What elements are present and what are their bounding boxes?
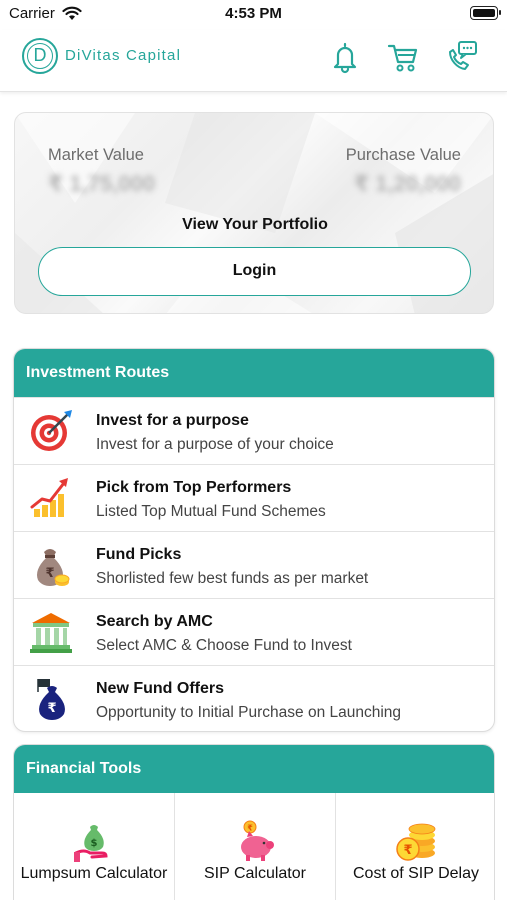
coins-icon: ₹ (396, 823, 436, 861)
route-subtitle: Invest for a purpose of your choice (96, 436, 334, 453)
tool-cost-of-sip-delay[interactable]: ₹ Cost of SIP Delay (335, 793, 494, 900)
view-portfolio-label: View Your Portfolio (182, 216, 328, 233)
route-subtitle: Listed Top Mutual Fund Schemes (96, 503, 326, 520)
cart-icon[interactable] (386, 40, 420, 74)
svg-text:$: $ (91, 838, 98, 849)
financial-tools-title: Financial Tools (14, 745, 494, 793)
portfolio-card: Market Value ₹ 1,75,000 Purchase Value ₹… (14, 112, 494, 314)
route-subtitle: Select AMC & Choose Fund to Invest (96, 637, 352, 654)
svg-text:₹: ₹ (247, 824, 253, 833)
piggy-bank-icon: ₹ (241, 820, 274, 861)
logo-letter: D (27, 43, 53, 69)
lumpsum-icon: $ (74, 825, 108, 862)
tool-lumpsum-calculator[interactable]: $ Lumpsum Calculator (14, 793, 174, 900)
tool-label: Lumpsum Calculator (20, 865, 168, 882)
svg-text:₹: ₹ (403, 843, 412, 858)
financial-tools-grid: $ Lumpsum Calculator ₹ SIP Calculator ₹ … (14, 793, 494, 900)
tool-sip-calculator[interactable]: ₹ SIP Calculator (174, 793, 335, 900)
bell-icon[interactable] (328, 40, 362, 74)
battery-icon (470, 6, 501, 20)
status-bar: Carrier 4:53 PM (0, 0, 507, 28)
market-value: ₹ 1,75,000 (48, 171, 156, 196)
login-button[interactable]: Login (38, 247, 471, 296)
route-subtitle: Opportunity to Initial Purchase on Launc… (96, 704, 402, 721)
route-top-performers[interactable]: Pick from Top Performers Listed Top Mutu… (14, 464, 494, 531)
route-new-fund-offers[interactable]: ₹ New Fund Offers Opportunity to Initial… (14, 665, 494, 731)
svg-text:₹: ₹ (45, 566, 54, 581)
growth-chart-icon (30, 478, 68, 517)
investment-routes-title: Investment Routes (14, 349, 494, 397)
brand-logo[interactable]: D (22, 38, 58, 74)
svg-text:₹: ₹ (47, 701, 56, 716)
bank-icon (30, 613, 72, 653)
purchase-value: ₹ 1,20,000 (353, 171, 461, 196)
route-title: Pick from Top Performers (96, 479, 292, 496)
route-title: Fund Picks (96, 546, 182, 563)
market-value-label: Market Value (48, 146, 144, 164)
money-bag-icon: ₹ (37, 549, 70, 586)
route-invest-purpose[interactable]: Invest for a purpose Invest for a purpos… (14, 397, 494, 464)
route-fund-picks[interactable]: ₹ Fund Picks Shorlisted few best funds a… (14, 531, 494, 598)
status-time: 4:53 PM (225, 5, 282, 22)
phone-chat-icon[interactable] (444, 40, 478, 74)
investment-routes-card: Investment Routes Invest for a purpose I… (13, 348, 495, 732)
route-title: New Fund Offers (96, 680, 225, 697)
purchase-value-label: Purchase Value (345, 146, 461, 164)
tool-label: SIP Calculator (204, 865, 306, 882)
route-title: Invest for a purpose (96, 412, 249, 429)
app-header: D DiVitas Capital (0, 30, 507, 92)
financial-tools-card: Financial Tools $ Lumpsum Calculator ₹ S… (13, 744, 495, 900)
nfo-bag-icon: ₹ (37, 679, 65, 720)
tool-label: Cost of SIP Delay (353, 865, 479, 882)
route-subtitle: Shorlisted few best funds as per market (96, 570, 369, 587)
route-title: Search by AMC (96, 613, 213, 630)
brand-name: DiVitas Capital (65, 47, 182, 64)
target-icon (31, 410, 72, 451)
route-search-amc[interactable]: Search by AMC Select AMC & Choose Fund t… (14, 598, 494, 665)
